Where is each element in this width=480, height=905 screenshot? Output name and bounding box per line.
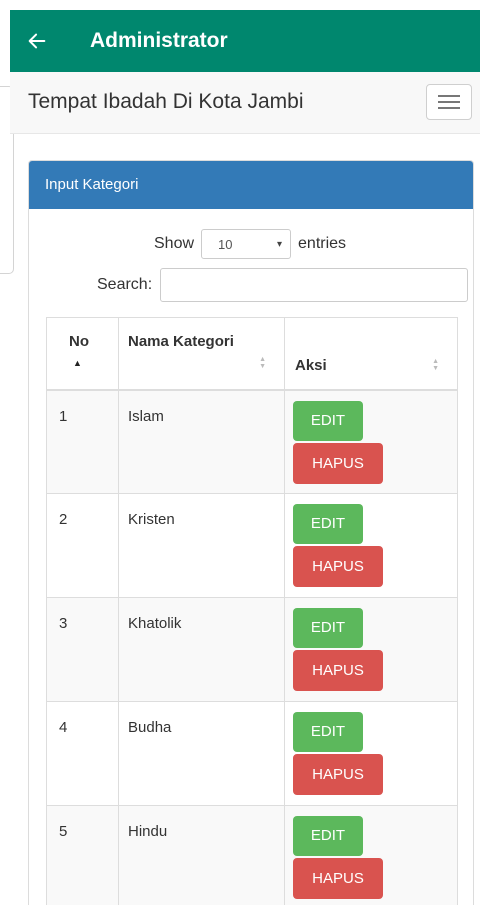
app-title: Administrator <box>90 29 228 52</box>
column-header-nama-kategori[interactable]: Nama Kategori ▲ ▼ <box>118 317 285 391</box>
entries-length-control: Show 10 ▾ entries <box>154 229 346 259</box>
panel-heading: Input Kategori <box>29 161 473 209</box>
table-header-row: No ▲ Nama Kategori ▲ ▼ Aksi ▲ ▼ <box>46 317 458 391</box>
column-header-aksi[interactable]: Aksi ▲ ▼ <box>284 317 458 391</box>
cell-nama-kategori: Islam <box>118 389 285 494</box>
search-control: Search: <box>97 268 469 302</box>
hapus-button[interactable]: HAPUS <box>293 650 383 691</box>
cell-nama-kategori: Hindu <box>118 805 285 905</box>
edit-button[interactable]: EDIT <box>293 816 363 856</box>
cell-nama-kategori: Budha <box>118 701 285 806</box>
caret-down-icon: ▾ <box>277 238 283 250</box>
show-label: Show <box>154 235 195 252</box>
kategori-table: No ▲ Nama Kategori ▲ ▼ Aksi ▲ ▼ 1 Islam ED… <box>46 317 458 905</box>
cell-no: 2 <box>46 493 119 598</box>
edit-button[interactable]: EDIT <box>293 400 363 441</box>
cell-no: 5 <box>46 805 119 905</box>
search-input[interactable] <box>160 268 469 302</box>
column-header-no[interactable]: No ▲ <box>46 317 119 391</box>
edit-button[interactable]: EDIT <box>293 712 363 752</box>
cell-aksi: EDIT HAPUS <box>284 389 458 494</box>
table-row: 1 Islam EDIT HAPUS <box>46 389 458 494</box>
hapus-button[interactable]: HAPUS <box>293 858 383 899</box>
column-label: Aksi <box>295 357 327 374</box>
edit-button[interactable]: EDIT <box>293 504 363 544</box>
hamburger-menu-icon <box>438 101 460 103</box>
arrow-left-icon <box>28 33 46 49</box>
sort-icon: ▲ ▼ <box>259 356 266 370</box>
hamburger-menu-icon <box>438 95 460 97</box>
cell-nama-kategori: Khatolik <box>118 597 285 702</box>
navbar-toggle-button[interactable] <box>426 84 472 120</box>
cell-aksi: EDIT HAPUS <box>284 805 458 905</box>
entries-label: entries <box>298 235 347 252</box>
cell-no: 1 <box>46 389 119 494</box>
hapus-button[interactable]: HAPUS <box>293 546 383 587</box>
column-label: Nama Kategori <box>128 333 234 350</box>
search-label: Search: <box>97 276 153 293</box>
hapus-button[interactable]: HAPUS <box>293 442 383 484</box>
cell-no: 4 <box>46 701 119 806</box>
sort-ascending-icon: ▲ <box>73 358 82 368</box>
cell-nama-kategori: Kristen <box>118 493 285 598</box>
table-row: 3 Khatolik EDIT HAPUS <box>46 597 458 702</box>
edit-button[interactable]: EDIT <box>293 608 363 648</box>
cell-aksi: EDIT HAPUS <box>284 701 458 806</box>
entries-select-value: 10 <box>218 236 233 252</box>
cell-aksi: EDIT HAPUS <box>284 493 458 598</box>
back-button[interactable] <box>10 10 64 72</box>
column-label: No <box>69 333 89 350</box>
navbar-brand[interactable]: Tempat Ibadah Di Kota Jambi <box>28 90 303 114</box>
hamburger-menu-icon <box>438 107 460 109</box>
table-row: 5 Hindu EDIT HAPUS <box>46 805 458 905</box>
cell-no: 3 <box>46 597 119 702</box>
table-row: 4 Budha EDIT HAPUS <box>46 701 458 806</box>
sort-icon: ▲ ▼ <box>432 358 439 372</box>
hapus-button[interactable]: HAPUS <box>293 754 383 795</box>
entries-select[interactable]: 10 ▾ <box>201 229 292 259</box>
cell-aksi: EDIT HAPUS <box>284 597 458 702</box>
kategori-panel: Input Kategori Show 10 ▾ entries Search:… <box>28 160 474 905</box>
table-row: 2 Kristen EDIT HAPUS <box>46 493 458 598</box>
navbar: Tempat Ibadah Di Kota Jambi <box>10 72 480 134</box>
app-bar: Administrator <box>10 10 480 72</box>
